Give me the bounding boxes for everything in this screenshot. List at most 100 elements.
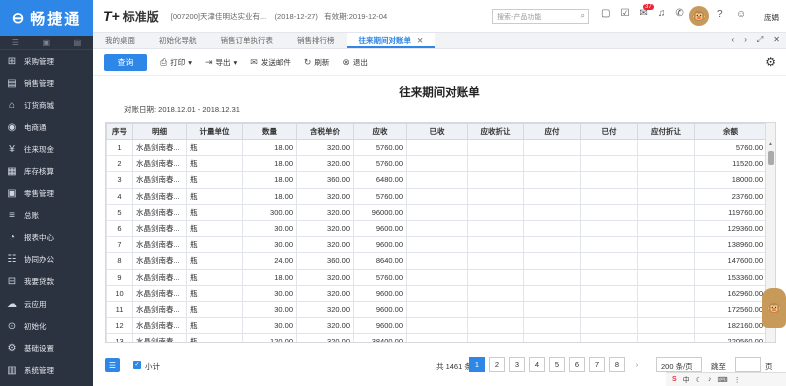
sidebar-item[interactable]: ⚙ 基础设置 (0, 337, 93, 359)
bell-icon[interactable]: ♫ (658, 8, 666, 19)
gear-icon[interactable]: ⚙ (765, 55, 776, 69)
close-all-icon[interactable]: ✕ (773, 35, 780, 45)
table-cell (580, 252, 638, 270)
table-row[interactable]: 8 水晶剑南春... 瓶 24.00 360.00 8640.00 147600.00 (106, 252, 767, 270)
table-row[interactable]: 9 水晶剑南春... 瓶 18.00 320.00 5760.00 153360.00 (106, 268, 767, 286)
phone-icon[interactable]: ✆ (675, 8, 683, 19)
query-button[interactable]: 查询 (104, 53, 147, 71)
user-name[interactable]: 庞娟 (764, 12, 779, 23)
table-cell (637, 171, 695, 189)
ime-mic-icon[interactable]: ♪ (708, 376, 712, 383)
exit-button[interactable]: ⊗ 退出 (342, 57, 368, 68)
maximize-icon[interactable]: ⤢ (757, 35, 763, 45)
column-header[interactable]: 应付折让 (637, 123, 695, 140)
column-header[interactable]: 应付 (523, 123, 581, 140)
help-icon[interactable]: ? (717, 9, 723, 20)
column-header[interactable]: 计量单位 (186, 123, 243, 140)
page-button[interactable]: 1 (469, 357, 485, 372)
tab-right-icon[interactable]: › (744, 35, 747, 45)
ime-lang-icon[interactable]: 中 (683, 375, 690, 385)
table-cell: 9600.00 (353, 284, 407, 302)
table-row[interactable]: 3 水晶剑南春... 瓶 18.00 360.00 6480.00 18000.00 (106, 171, 767, 189)
column-header[interactable]: 余额 (694, 123, 767, 140)
table-row[interactable]: 12 水晶剑南春... 瓶 30.00 320.00 9600.00 182160.00 (106, 317, 767, 335)
sidebar-item[interactable]: ▤ 销售管理 (0, 72, 93, 94)
init-icon: ⊙ (7, 320, 17, 332)
tab-left-icon[interactable]: ‹ (732, 35, 735, 45)
close-tab-icon[interactable]: ✕ (417, 36, 423, 45)
page-button[interactable]: 4 (529, 357, 545, 372)
table-cell: 18.00 (242, 268, 297, 286)
table-row[interactable]: 10 水晶剑南春... 瓶 30.00 320.00 9600.00 162960.00 (106, 284, 767, 302)
search-icon[interactable]: ⌕ (581, 11, 585, 21)
sidebar-item[interactable]: ▦ 库存核算 (0, 160, 93, 182)
page-button[interactable]: 2 (489, 357, 505, 372)
sidebar-item[interactable]: ⊞ 采购管理 (0, 50, 93, 72)
sidebar-item[interactable]: ⊙ 初始化 (0, 315, 93, 337)
table-row[interactable]: 6 水晶剑南春... 瓶 30.00 320.00 9600.00 129360.00 (106, 219, 767, 238)
scrollbar-thumb[interactable] (768, 151, 774, 165)
task-icon[interactable]: ☑ (620, 8, 629, 19)
ime-menu-icon[interactable]: ⋮ (734, 376, 741, 384)
mascot-avatar[interactable]: 🐵 (689, 6, 709, 26)
page-button[interactable]: 8 (609, 357, 625, 372)
export-button[interactable]: ⇥ 导出 ▾ (205, 57, 237, 68)
table-row[interactable]: 7 水晶剑南春... 瓶 30.00 320.00 9600.00 138960.00 (106, 236, 767, 254)
tab[interactable]: 我的桌面 (93, 33, 147, 48)
sidebar-item[interactable]: ◉ 电商通 (0, 116, 93, 138)
column-header[interactable]: 已付 (580, 123, 638, 140)
sidebar-item[interactable]: ☷ 协同办公 (0, 249, 93, 271)
page-button[interactable]: 3 (509, 357, 525, 372)
search-input[interactable]: 搜索-产品功能 ⌕ (492, 9, 589, 24)
table-row[interactable]: 13 水晶剑南春... 瓶 120.00 320.00 38400.00 220560.00 (106, 333, 767, 342)
table-cell: 96000.00 (353, 203, 407, 221)
column-header[interactable]: 含税单价 (296, 123, 354, 140)
sidebar-item[interactable]: ⌂ 订货商城 (0, 94, 93, 116)
calendar-icon[interactable]: ▢ (601, 8, 610, 19)
subtotal-checkbox[interactable]: ✓ (133, 361, 141, 369)
column-header[interactable]: 已收 (406, 123, 468, 140)
tab[interactable]: 销售排行榜 (285, 33, 347, 48)
column-header[interactable]: 明细 (132, 123, 187, 140)
table-cell: 220560.00 (694, 333, 767, 342)
account-icon[interactable]: ☺ (736, 9, 746, 20)
tab[interactable]: 销售订单执行表 (209, 33, 286, 48)
grid-icon[interactable]: ▣ (43, 38, 51, 47)
table-row[interactable]: 5 水晶剑南春... 瓶 300.00 320.00 96000.00 119760.00 (106, 203, 767, 221)
page-size-select[interactable]: 200 条/页 (656, 357, 702, 372)
next-page-icon[interactable]: › (629, 357, 645, 372)
ime-logo-icon[interactable]: S (672, 376, 677, 383)
print-button[interactable]: ⎙ 打印 ▾ (160, 57, 192, 68)
ime-moon-icon[interactable]: ☾ (696, 376, 702, 384)
mascot-helper[interactable]: 🐵 (762, 288, 786, 328)
column-settings-button[interactable]: ☰ (105, 358, 120, 372)
ime-keyboard-icon[interactable]: ⌨ (717, 376, 727, 384)
sidebar-item[interactable]: ¥ 往来现金 (0, 138, 93, 160)
sidebar-item[interactable]: ≡ 总账 (0, 205, 93, 227)
menu-icon[interactable]: ☰ (12, 38, 19, 47)
table-row[interactable]: 2 水晶剑南春... 瓶 18.00 320.00 5760.00 11520.00 (106, 155, 767, 173)
page-button[interactable]: 6 (569, 357, 585, 372)
sidebar-item[interactable]: ⊟ 我要贷款 (0, 271, 93, 293)
column-header[interactable]: 数量 (242, 123, 297, 140)
table-row[interactable]: 11 水晶剑南春... 瓶 30.00 320.00 9600.00 172560.00 (106, 300, 767, 319)
sidebar-item[interactable]: ▣ 零售管理 (0, 183, 93, 205)
tab[interactable]: 初始化导航 (147, 33, 209, 48)
tab[interactable]: 往来期间对账单 ✕ (346, 33, 436, 48)
column-header[interactable]: 应收 (353, 123, 407, 140)
panel-icon[interactable]: ▤ (74, 38, 82, 47)
table-row[interactable]: 1 水晶剑南春... 瓶 18.00 320.00 5760.00 5760.00 (106, 138, 767, 157)
jump-page-input[interactable] (735, 357, 761, 372)
column-header[interactable]: 序号 (106, 123, 133, 140)
page-button[interactable]: 7 (589, 357, 605, 372)
table-row[interactable]: 4 水晶剑南春... 瓶 18.00 320.00 5760.00 23760.00 (106, 187, 767, 205)
page-button[interactable]: 5 (549, 357, 565, 372)
sidebar-item[interactable]: ▥ 系统管理 (0, 359, 93, 381)
sidebar-item[interactable]: ◔ 报表中心 (0, 227, 93, 249)
column-header[interactable]: 应收折让 (467, 123, 524, 140)
scroll-up-icon[interactable]: ▲ (768, 141, 773, 147)
back-icon[interactable]: ⊖ (12, 9, 27, 27)
sidebar-item[interactable]: ☁ 云应用 (0, 293, 93, 315)
send-email-button[interactable]: ✉ 发送邮件 (250, 57, 291, 68)
refresh-button[interactable]: ↻ 刷新 (304, 57, 330, 68)
